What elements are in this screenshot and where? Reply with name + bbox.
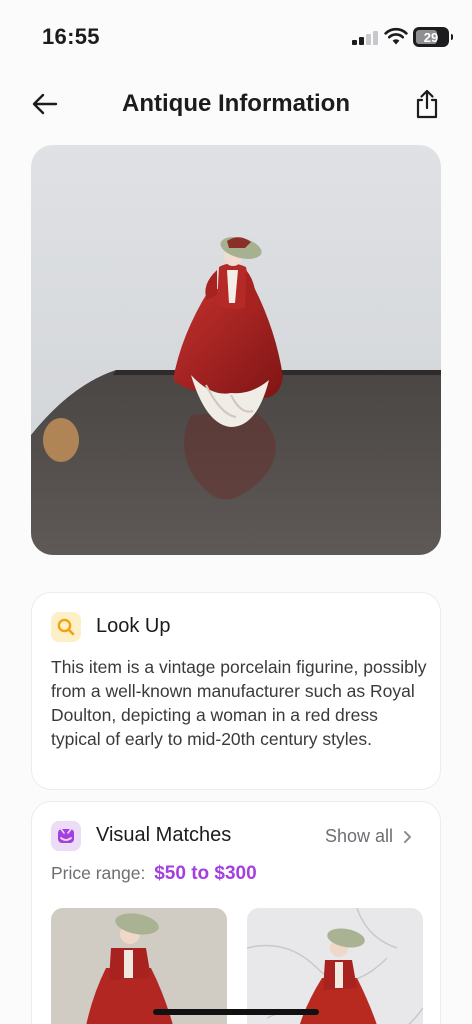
antique-photo[interactable] [31, 145, 441, 555]
lookup-description: This item is a vintage porcelain figurin… [51, 657, 427, 749]
signal-icon [352, 31, 378, 45]
matches-title: Visual Matches [96, 824, 232, 846]
search-icon [57, 618, 75, 636]
wifi-icon [384, 27, 408, 45]
status-bar: 16:55 29 [0, 0, 472, 70]
match-thumbnail[interactable] [247, 908, 423, 1024]
price-label: Price range: [51, 863, 146, 883]
status-time: 16:55 [42, 24, 100, 49]
match-thumbnail[interactable] [51, 908, 227, 1024]
lookup-card: Look Up This item is a vintage porcelain… [31, 592, 441, 790]
lookup-title: Look Up [96, 615, 171, 637]
battery-icon: 29 [413, 27, 453, 47]
home-indicator [153, 1009, 319, 1015]
share-icon[interactable] [413, 88, 441, 120]
visual-matches-card: Visual Matches Show all Price range: $50… [31, 801, 441, 1024]
page-title: Antique Information [122, 90, 350, 117]
price-range: Price range: $50 to $300 [51, 863, 257, 885]
lookup-icon-badge [51, 612, 81, 642]
visual-match-icon [58, 828, 74, 843]
price-value: $50 to $300 [154, 863, 257, 884]
show-all-button[interactable]: Show all [325, 826, 412, 847]
show-all-label: Show all [324, 826, 393, 846]
battery-percent: 29 [423, 29, 439, 45]
nav-bar: Antique Information [0, 78, 472, 130]
matches-icon-badge [51, 821, 81, 851]
chevron-right-icon [404, 830, 411, 843]
